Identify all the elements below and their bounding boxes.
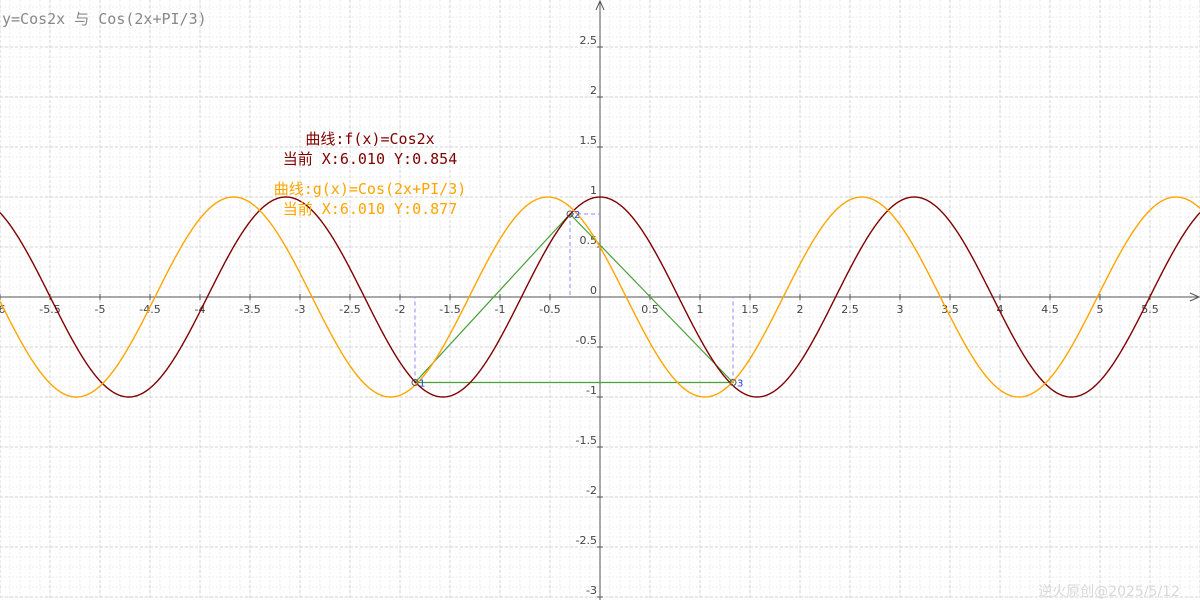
x-tick-label: 3 bbox=[897, 303, 904, 316]
plot-svg: -6-5.5-5-4.5-4-3.5-3-2.5-2-1.5-1-0.50.51… bbox=[0, 0, 1200, 600]
y-tick-label: -1.5 bbox=[576, 434, 597, 447]
x-tick-label: 2 bbox=[797, 303, 804, 316]
x-tick-label: 4 bbox=[997, 303, 1004, 316]
x-tick-label: 1.5 bbox=[741, 303, 759, 316]
y-tick-label: -0.5 bbox=[576, 334, 597, 347]
y-tick-label: 0 bbox=[590, 284, 597, 297]
y-tick-label: 2 bbox=[590, 84, 597, 97]
watermark: 逆火原创@2025/5/12 bbox=[1038, 584, 1180, 600]
x-tick-label: -0.5 bbox=[539, 303, 560, 316]
series-f-readout: 当前 X:6.010 Y:0.854 bbox=[283, 150, 458, 168]
x-tick-label: -2 bbox=[395, 303, 406, 316]
series-f-label: 曲线:f(x)=Cos2x bbox=[305, 130, 434, 148]
y-tick-label: 2.5 bbox=[580, 34, 598, 47]
x-tick-label: 5 bbox=[1097, 303, 1104, 316]
y-tick-label: 1 bbox=[590, 184, 597, 197]
y-tick-label: -2 bbox=[586, 484, 597, 497]
vertex-label: 3 bbox=[737, 379, 743, 390]
y-tick-label: -3 bbox=[586, 584, 597, 597]
y-tick-label: 0.5 bbox=[580, 234, 598, 247]
x-tick-label: -5.5 bbox=[39, 303, 60, 316]
x-tick-label: 2.5 bbox=[841, 303, 859, 316]
x-tick-label: 4.5 bbox=[1041, 303, 1059, 316]
x-tick-label: 0.5 bbox=[641, 303, 659, 316]
y-tick-label: 1.5 bbox=[580, 134, 598, 147]
series-g-readout: 当前 X:6.010 Y:0.877 bbox=[283, 200, 458, 218]
y-tick-label: -2.5 bbox=[576, 534, 597, 547]
x-tick-label: -5 bbox=[95, 303, 106, 316]
series-g-label: 曲线:g(x)=Cos(2x+PI/3) bbox=[274, 180, 467, 198]
x-tick-label: 1 bbox=[697, 303, 704, 316]
x-tick-label: -1.5 bbox=[439, 303, 460, 316]
vertex-label: 1 bbox=[419, 379, 425, 390]
x-tick-label: -2.5 bbox=[339, 303, 360, 316]
x-tick-label: -4.5 bbox=[139, 303, 160, 316]
chart-canvas: -6-5.5-5-4.5-4-3.5-3-2.5-2-1.5-1-0.50.51… bbox=[0, 0, 1200, 600]
chart-title: y=Cos2x 与 Cos(2x+PI/3) bbox=[2, 10, 207, 28]
x-tick-label: -3 bbox=[295, 303, 306, 316]
vertex-label: 2 bbox=[574, 210, 580, 221]
x-tick-label: -3.5 bbox=[239, 303, 260, 316]
y-tick-label: -1 bbox=[586, 384, 597, 397]
x-tick-label: -1 bbox=[495, 303, 506, 316]
